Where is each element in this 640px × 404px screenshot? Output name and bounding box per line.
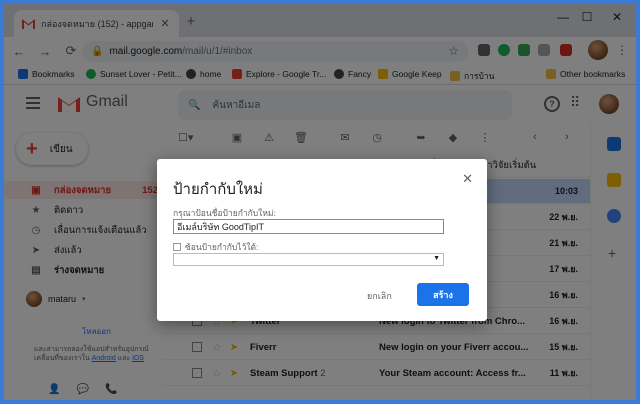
nest-label-option[interactable]: ซ้อนป้ายกำกับไว้ใต้: [173, 240, 258, 254]
label-name-prompt: กรุณาป้อนชื่อป้ายกำกับใหม่: [173, 208, 276, 218]
browser-window: กล่องจดหมาย (152) - appgamemu ✕ + — ☐ ✕ … [4, 4, 636, 400]
dialog-title: ป้ายกำกับใหม่ [173, 181, 263, 198]
create-button[interactable]: สร้าง [417, 283, 469, 306]
nest-checkbox[interactable] [173, 243, 181, 251]
cancel-button[interactable]: ยกเลิก [367, 289, 392, 303]
close-icon[interactable]: ✕ [462, 171, 473, 187]
chevron-down-icon: ▼ [433, 255, 440, 262]
parent-label-select[interactable]: ▼ [173, 253, 444, 266]
label-name-input[interactable] [173, 219, 444, 234]
new-label-dialog: ป้ายกำกับใหม่ ✕ กรุณาป้อนชื่อป้ายกำกับให… [157, 159, 487, 321]
